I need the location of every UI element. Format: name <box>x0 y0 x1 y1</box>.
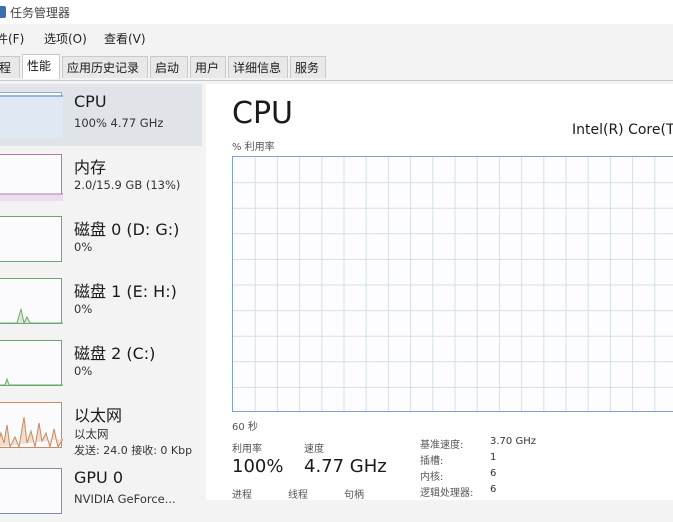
handles-label: 句柄 <box>344 490 364 501</box>
resource-sidebar: CPU 100% 4.77 GHz 内存 2.0/15.9 GB (13%) 磁… <box>0 84 206 514</box>
gpu-mini-graph <box>0 468 62 514</box>
cpu-utilization-graph <box>232 156 673 412</box>
sidebar-item-label: GPU 0 <box>74 468 124 487</box>
sidebar-item-value: 以太网 <box>74 427 109 441</box>
menu-file[interactable]: 件(F) <box>0 30 24 47</box>
tab-services[interactable]: 服务 <box>290 56 326 78</box>
time-axis-label: 60 秒 <box>232 422 258 433</box>
sidebar-item-throughput: 发送: 24.0 接收: 0 Kbp <box>74 444 193 457</box>
processor-name: Intel(R) Core(TM <box>572 122 673 138</box>
sidebar-item-label: 磁盘 0 (D: G:) <box>74 220 180 239</box>
disk-2-mini-graph <box>0 340 63 386</box>
window-title: 任务管理器 <box>10 6 71 20</box>
menu-view[interactable]: 查看(V) <box>104 30 146 47</box>
tab-performance[interactable]: 性能 <box>22 54 60 79</box>
logical-processors-value: 6 <box>490 484 497 495</box>
sidebar-item-label: 以太网 <box>74 406 123 425</box>
disk-1-mini-graph <box>0 278 63 325</box>
sockets-label: 插槽: <box>420 456 444 467</box>
processes-label: 进程 <box>232 490 252 501</box>
utilization-axis-label: % 利用率 <box>232 142 275 153</box>
sidebar-item-value: 2.0/15.9 GB (13%) <box>74 178 181 192</box>
sidebar-item-gpu-0[interactable]: GPU 0 NVIDIA GeForce... <box>0 460 202 522</box>
menu-options[interactable]: 选项(O) <box>44 30 87 47</box>
memory-mini-graph <box>0 154 63 201</box>
sockets-value: 1 <box>490 452 497 463</box>
sidebar-item-value: 0% <box>74 364 93 378</box>
sidebar-item-value: 0% <box>74 240 93 254</box>
sidebar-item-memory[interactable]: 内存 2.0/15.9 GB (13%) <box>0 146 202 208</box>
speed-label: 速度 <box>304 444 324 455</box>
sidebar-item-label: 磁盘 1 (E: H:) <box>74 282 177 301</box>
tab-app-history[interactable]: 应用历史记录 <box>62 56 148 78</box>
cores-label: 内核: <box>420 472 444 483</box>
page-title: CPU <box>232 96 293 131</box>
task-manager-icon <box>0 6 6 18</box>
sidebar-item-value: 100% 4.77 GHz <box>74 116 164 130</box>
sidebar-item-disk-0[interactable]: 磁盘 0 (D: G:) 0% <box>0 208 202 270</box>
cpu-detail-pane: CPU Intel(R) Core(TM % 利用率 60 秒 利用率 100%… <box>206 84 673 501</box>
sidebar-item-disk-2[interactable]: 磁盘 2 (C:) 0% <box>0 332 202 394</box>
speed-value: 4.77 GHz <box>304 456 387 477</box>
tab-users[interactable]: 用户 <box>190 56 226 78</box>
logical-processors-label: 逻辑处理器: <box>420 488 474 499</box>
utilization-value: 100% <box>232 456 284 477</box>
sidebar-item-disk-1[interactable]: 磁盘 1 (E: H:) 0% <box>0 270 202 332</box>
sidebar-item-label: 磁盘 2 (C:) <box>74 344 156 363</box>
sidebar-item-cpu[interactable]: CPU 100% 4.77 GHz <box>0 84 202 146</box>
tab-processes[interactable]: 程 <box>0 56 20 78</box>
tab-startup[interactable]: 启动 <box>150 56 188 78</box>
base-speed-value: 3.70 GHz <box>490 436 536 447</box>
sidebar-item-value: NVIDIA GeForce... <box>74 492 176 506</box>
utilization-label: 利用率 <box>232 444 262 455</box>
threads-label: 线程 <box>288 490 308 501</box>
title-bar: 任务管理器 <box>0 0 673 24</box>
tab-bar: 程 性能 应用历史记录 启动 用户 详细信息 服务 <box>0 52 673 81</box>
base-speed-label: 基准速度: <box>420 440 464 451</box>
sidebar-item-label: CPU <box>74 92 107 111</box>
ethernet-mini-graph <box>0 402 63 449</box>
cpu-mini-graph <box>0 92 63 139</box>
sidebar-item-value: 0% <box>74 302 93 316</box>
cores-value: 6 <box>490 468 497 479</box>
disk-0-mini-graph <box>0 216 62 262</box>
tab-details[interactable]: 详细信息 <box>228 56 288 78</box>
sidebar-item-label: 内存 <box>74 158 107 177</box>
sidebar-item-ethernet[interactable]: 以太网 以太网 发送: 24.0 接收: 0 Kbp <box>0 394 202 457</box>
